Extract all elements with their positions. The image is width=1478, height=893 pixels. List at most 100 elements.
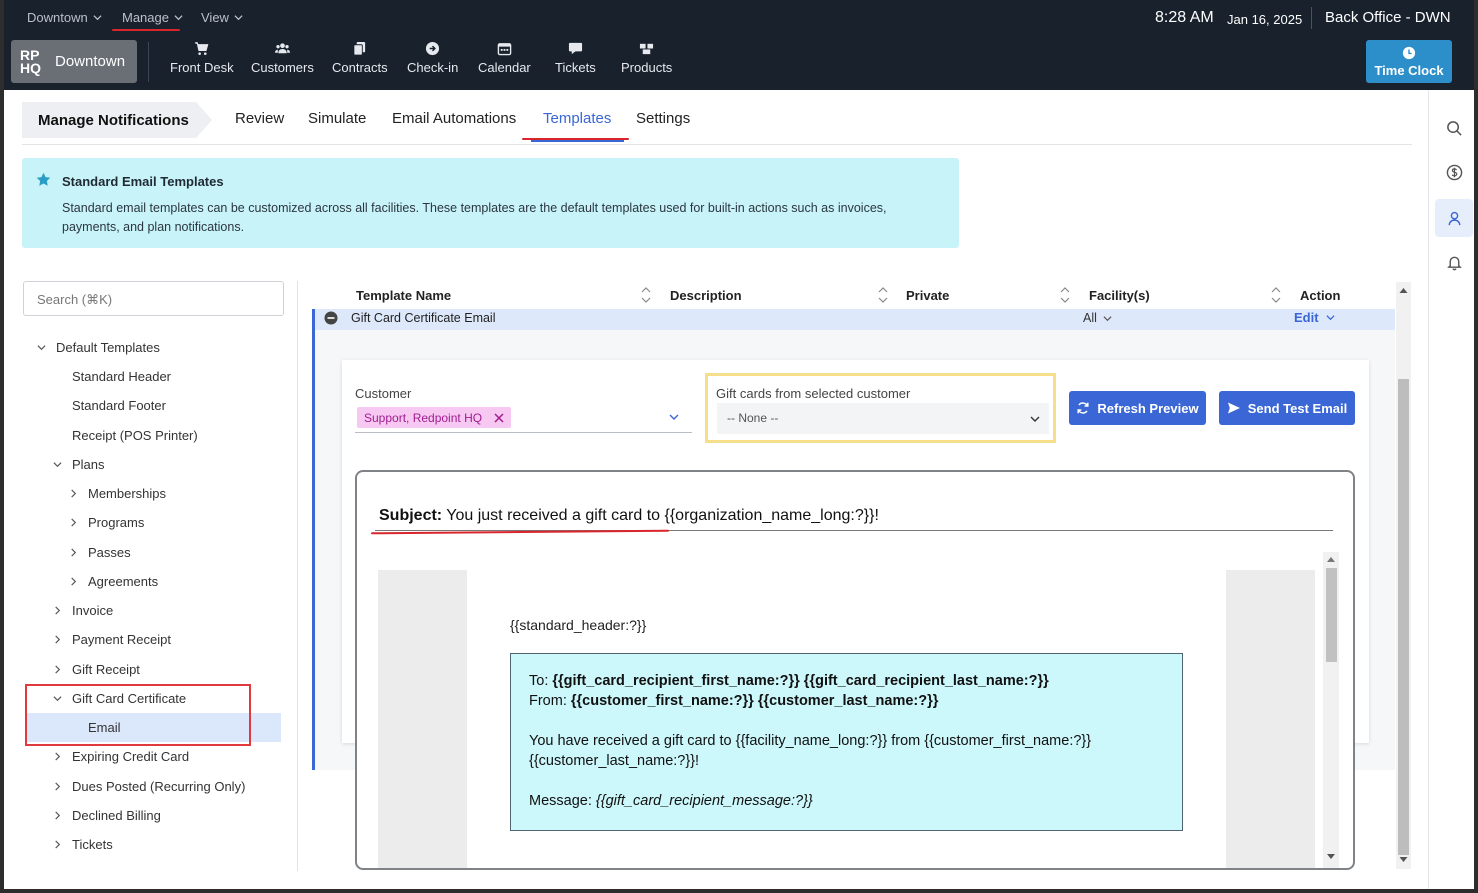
facility-dropdown[interactable]: All: [1083, 311, 1112, 325]
section-title: Manage Notifications: [22, 102, 212, 138]
tree-item-plans[interactable]: Plans: [53, 457, 105, 472]
nav-check-in[interactable]: Check-in: [407, 41, 458, 75]
facility-value: All: [1083, 311, 1097, 325]
tab-simulate[interactable]: Simulate: [308, 110, 366, 127]
annotation-box: [705, 373, 1056, 443]
chat-icon: [568, 42, 582, 55]
tree-item-default-templates[interactable]: Default Templates: [37, 340, 160, 355]
subject-text: You just received a gift card to {{organ…: [446, 507, 879, 524]
send-test-email-button[interactable]: Send Test Email: [1219, 391, 1355, 425]
column-header-description[interactable]: Description: [670, 288, 742, 303]
tree-label: Expiring Credit Card: [72, 749, 190, 764]
tree-label: Passes: [88, 545, 131, 560]
nav-contracts[interactable]: Contracts: [332, 41, 388, 75]
tree-label: Payment Receipt: [72, 632, 171, 647]
chevron-down-icon: [1326, 315, 1335, 321]
time-clock-label: Time Clock: [1374, 62, 1444, 78]
top-bar: Downtown Manage View 8:28 AM Jan 16, 202…: [4, 0, 1474, 35]
sort-icon[interactable]: [1271, 286, 1281, 304]
tree-item-payment-receipt[interactable]: Payment Receipt: [53, 632, 171, 647]
table-scrollbar[interactable]: [1396, 282, 1411, 869]
rail-profile[interactable]: [1435, 199, 1473, 237]
cart-icon: [195, 42, 209, 55]
column-header-template-name[interactable]: Template Name: [356, 288, 451, 303]
manage-notifications-nav: Manage Notifications Review Simulate Ema…: [22, 100, 1412, 145]
scrollbar-thumb[interactable]: [1398, 379, 1409, 855]
chevron-right-icon: [71, 518, 77, 527]
tree-item-dues-posted[interactable]: Dues Posted (Recurring Only): [53, 779, 245, 794]
tree-item-standard-footer[interactable]: Standard Footer: [72, 398, 166, 413]
rail-search[interactable]: [1435, 109, 1473, 147]
chevron-right-icon: [55, 635, 61, 644]
sort-icon[interactable]: [878, 286, 888, 304]
email-preview: Subject: You just received a gift card t…: [355, 470, 1355, 870]
to-line: To: {{gift_card_recipient_first_name:?}}…: [529, 671, 1164, 691]
menu-label: Manage: [122, 10, 169, 25]
rail-billing[interactable]: [1435, 153, 1473, 191]
template-name-cell: Gift Card Certificate Email: [351, 311, 496, 325]
tree-item-tickets[interactable]: Tickets: [53, 837, 113, 852]
nav-customers[interactable]: Customers: [251, 41, 314, 75]
tree-item-declined-billing[interactable]: Declined Billing: [53, 808, 161, 823]
nav-front-desk[interactable]: Front Desk: [170, 41, 234, 75]
nav-tickets[interactable]: Tickets: [555, 41, 596, 75]
chevron-down-icon[interactable]: [669, 412, 679, 422]
scrollbar-thumb[interactable]: [1326, 568, 1337, 662]
scroll-down-icon[interactable]: [1327, 854, 1335, 860]
rail-notifications[interactable]: [1435, 243, 1473, 281]
tree-item-expiring-credit-card[interactable]: Expiring Credit Card: [53, 749, 189, 764]
tab-settings[interactable]: Settings: [636, 110, 690, 127]
sort-icon[interactable]: [641, 286, 651, 304]
chevron-down-icon: [93, 15, 102, 21]
nav-products[interactable]: Products: [621, 41, 672, 75]
chevron-down-icon: [53, 462, 62, 468]
tab-templates[interactable]: Templates: [543, 110, 611, 127]
nav-calendar[interactable]: Calendar: [478, 41, 531, 75]
send-icon: [1227, 402, 1240, 414]
tree-label: Declined Billing: [72, 808, 161, 823]
collapse-icon[interactable]: [324, 311, 338, 325]
to-label: To:: [529, 673, 549, 689]
scroll-down-icon[interactable]: [1399, 857, 1408, 863]
preview-scrollbar[interactable]: [1323, 552, 1339, 868]
boxes-icon: [640, 43, 654, 55]
from-label: From:: [529, 693, 567, 709]
chevron-right-icon: [71, 489, 77, 498]
tab-review[interactable]: Review: [235, 110, 284, 127]
tab-email-automations[interactable]: Email Automations: [392, 110, 516, 127]
menu-downtown[interactable]: Downtown: [27, 10, 102, 25]
tree-item-passes[interactable]: Passes: [69, 545, 131, 560]
customer-chip[interactable]: Support, Redpoint HQ: [357, 407, 512, 428]
nav-label: Calendar: [478, 60, 531, 75]
bell-icon: [1446, 256, 1462, 270]
menu-manage[interactable]: Manage: [122, 10, 183, 25]
logo[interactable]: RP HQ Downtown: [11, 40, 137, 83]
column-header-facilities[interactable]: Facility(s): [1089, 288, 1150, 303]
close-icon[interactable]: [494, 412, 504, 423]
tree-label: Tickets: [72, 837, 113, 852]
tree-item-receipt-pos[interactable]: Receipt (POS Printer): [72, 428, 198, 443]
to-value: {{gift_card_recipient_first_name:?}} {{g…: [552, 673, 1049, 689]
sort-icon[interactable]: [1060, 286, 1070, 304]
tree-item-invoice[interactable]: Invoice: [53, 603, 113, 618]
nav-label: Tickets: [555, 60, 596, 75]
column-header-private[interactable]: Private: [906, 288, 949, 303]
tree-item-programs[interactable]: Programs: [69, 515, 144, 530]
edit-label: Edit: [1294, 310, 1319, 325]
edit-action[interactable]: Edit: [1294, 310, 1335, 325]
message-label: Message:: [529, 793, 592, 809]
time-clock-button[interactable]: Time Clock: [1366, 40, 1452, 83]
chevron-right-icon: [55, 782, 61, 791]
location-selector[interactable]: Back Office - DWN: [1325, 9, 1451, 26]
scroll-up-icon[interactable]: [1399, 287, 1408, 293]
divider: [1311, 7, 1312, 29]
tree-item-memberships[interactable]: Memberships: [69, 486, 166, 501]
app-window: Downtown Manage View 8:28 AM Jan 16, 202…: [0, 0, 1478, 893]
tree-item-agreements[interactable]: Agreements: [69, 574, 158, 589]
scroll-up-icon[interactable]: [1327, 556, 1335, 562]
tree-item-standard-header[interactable]: Standard Header: [72, 369, 171, 384]
template-search-input[interactable]: Search (⌘K): [23, 281, 284, 316]
menu-view[interactable]: View: [201, 10, 243, 25]
tree-item-gift-receipt[interactable]: Gift Receipt: [53, 662, 140, 677]
refresh-preview-button[interactable]: Refresh Preview: [1069, 391, 1206, 425]
